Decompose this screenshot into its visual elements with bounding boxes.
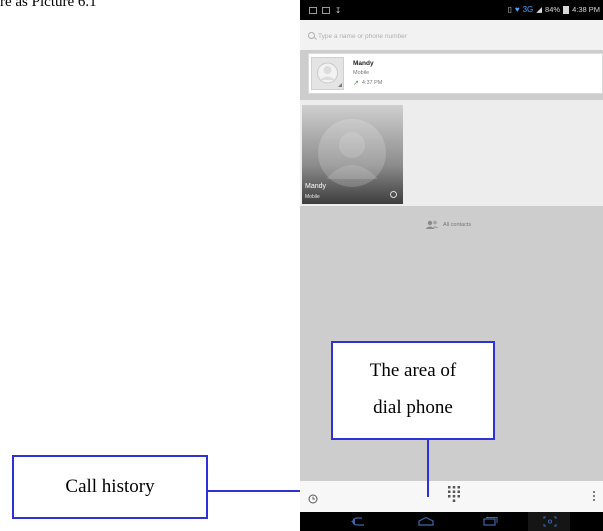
recent-call-card[interactable]: Mandy Mobile ↗ 4:37 PM (308, 53, 603, 94)
overflow-menu-icon (593, 491, 595, 501)
recent-apps-icon (483, 517, 498, 526)
status-indicators: ▯ ♥ 3G ◢ 84% 4:38 PM (508, 5, 600, 14)
all-contacts-label: All contacts (443, 221, 472, 228)
dialpad-button[interactable] (447, 485, 461, 504)
notification-icon (309, 7, 317, 14)
screenshot-button[interactable] (528, 512, 570, 531)
search-bar (300, 20, 603, 50)
document-caption: re as Picture 6.1 (0, 0, 97, 10)
favorite-name: Mandy (305, 183, 327, 190)
dial-annotation-line1: The area of (369, 360, 457, 381)
person-icon (317, 62, 342, 87)
usb-icon: ↧ (335, 6, 342, 15)
call-history-annotation: Call history (12, 455, 208, 519)
home-icon (418, 516, 434, 526)
vibrate-icon: ▯ (507, 5, 512, 14)
all-contacts-link[interactable]: All contacts (425, 220, 471, 229)
favorites-panel: Mandy Mobile (300, 100, 603, 206)
dial-annotation-connector (427, 440, 429, 497)
search-icon (308, 32, 315, 39)
system-navigation-bar (300, 512, 603, 531)
clock-icon (308, 494, 318, 504)
back-button[interactable] (348, 512, 368, 531)
recent-call-time: ↗ 4:37 PM (353, 79, 382, 87)
dial-annotation-line2: dial phone (373, 397, 453, 418)
status-time: 4:38 PM (572, 5, 600, 14)
bottom-toolbar (300, 481, 603, 512)
signal-icon: ◢ (536, 5, 543, 14)
network-type: 3G (522, 5, 534, 14)
recent-contact-type: Mobile (353, 70, 370, 76)
outgoing-call-icon: ↗ (353, 80, 359, 87)
phone-screen: ↧ ▯ ♥ 3G ◢ 84% 4:38 PM Mandy Mobile ↗ (300, 0, 603, 531)
home-button[interactable] (416, 512, 436, 531)
search-input[interactable] (318, 28, 588, 44)
favorite-contact-tile[interactable]: Mandy Mobile (302, 105, 403, 204)
info-icon[interactable] (390, 191, 397, 198)
battery-icon (563, 5, 570, 14)
call-history-button[interactable] (308, 491, 318, 504)
notification-icons: ↧ (309, 6, 341, 15)
wifi-icon: ♥ (514, 5, 520, 14)
favorite-type: Mobile (305, 194, 320, 200)
screenshot-icon (543, 516, 557, 527)
status-bar: ↧ ▯ ♥ 3G ◢ 84% 4:38 PM (300, 0, 603, 20)
overflow-menu-button[interactable] (592, 489, 596, 503)
dial-area-annotation: The area of dial phone (331, 341, 495, 440)
battery-percent: 84% (545, 5, 561, 14)
dialpad-icon (448, 486, 460, 502)
call-time-label: 4:37 PM (361, 80, 383, 86)
call-history-connector (208, 490, 300, 492)
back-icon (351, 517, 364, 526)
recent-contact-name: Mandy (353, 60, 374, 67)
contacts-group-icon (425, 220, 439, 229)
recent-apps-button[interactable] (480, 512, 500, 531)
contact-avatar (311, 57, 344, 90)
notification-icon (322, 7, 330, 14)
